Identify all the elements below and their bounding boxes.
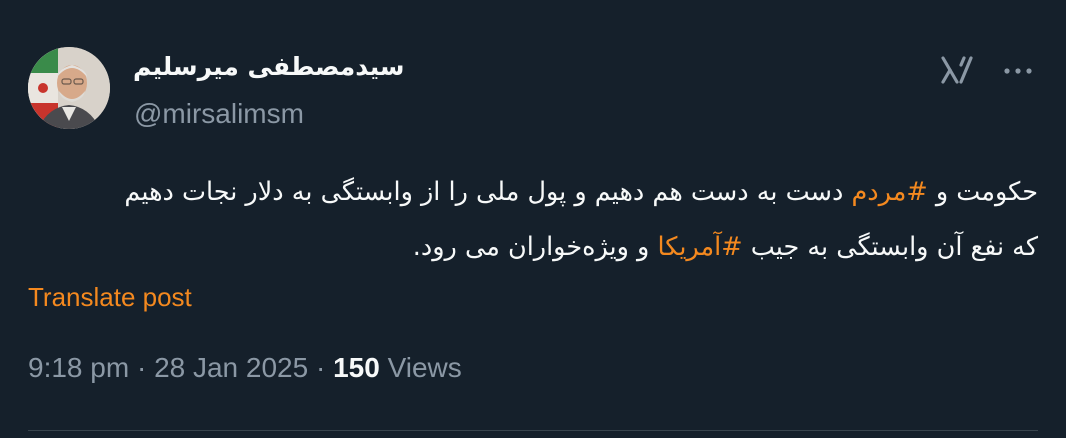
avatar-image <box>28 47 110 129</box>
tweet-time[interactable]: 9:18 pm <box>28 352 129 383</box>
hashtag-link-mardom[interactable]: #مردم <box>852 177 928 207</box>
tweet-text-line-2: که نفع آن وابستگی به جیب #آمریکا و ویژه‌… <box>28 220 1038 275</box>
tweet-metadata: 9:18 pm · 28 Jan 2025 · 150 Views <box>28 352 462 384</box>
meta-separator: · <box>308 352 334 383</box>
views-label: Views <box>379 352 462 383</box>
tweet-card: سیدمصطفی میرسلیم @mirsalimsm حکومت و #مر… <box>0 0 1066 438</box>
tweet-text-segment: و ویژه‌خواران می رود. <box>412 232 658 262</box>
more-options-icon[interactable] <box>998 56 1038 86</box>
hashtag-link-america[interactable]: #آمریکا <box>657 232 742 262</box>
tweet-text-segment: که نفع آن وابستگی به جیب <box>742 232 1038 262</box>
views-count: 150 <box>333 352 380 383</box>
meta-separator: · <box>129 352 155 383</box>
tweet-date[interactable]: 28 Jan 2025 <box>154 352 308 383</box>
avatar[interactable] <box>28 47 110 129</box>
tweet-text-segment: دست به دست هم دهیم و پول ملی را از وابست… <box>124 177 852 207</box>
divider <box>28 430 1038 431</box>
author-display-name[interactable]: سیدمصطفی میرسلیم <box>133 52 405 81</box>
author-handle[interactable]: @mirsalimsm <box>134 98 304 130</box>
tweet-text-segment: حکومت و <box>927 177 1038 207</box>
grok-icon[interactable] <box>940 55 974 85</box>
tweet-text: حکومت و #مردم دست به دست هم دهیم و پول م… <box>28 165 1038 275</box>
translate-post-link[interactable]: Translate post <box>28 282 192 313</box>
tweet-text-line-1: حکومت و #مردم دست به دست هم دهیم و پول م… <box>28 165 1038 220</box>
